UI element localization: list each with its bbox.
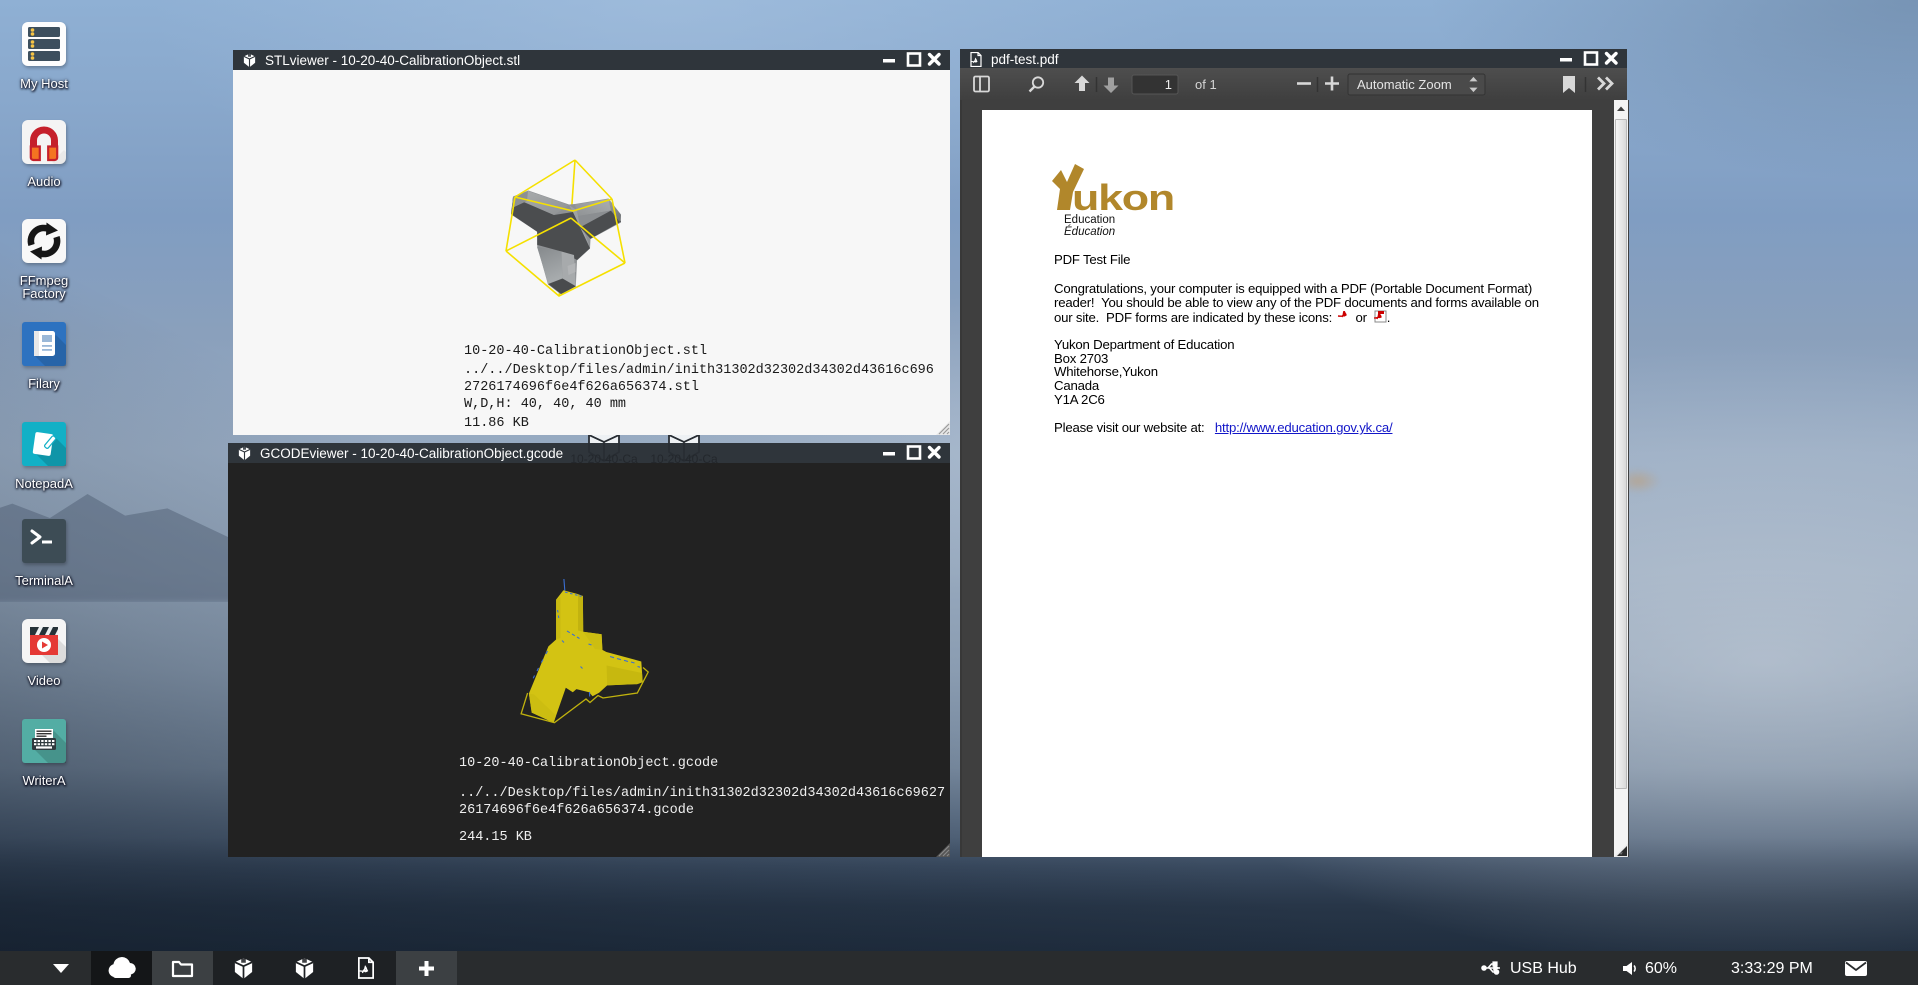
svg-text:10-20-40-CalibrationObject.stl: 10-20-40-CalibrationObject.stl — [464, 344, 707, 359]
svg-text:26174696f6e4f626a656374.gcode: 26174696f6e4f626a656374.gcode — [459, 803, 694, 818]
svg-text:2726174696f6e4f626a656374.stl: 2726174696f6e4f626a656374.stl — [464, 380, 699, 395]
svg-text:../../Desktop/files/admin/init: ../../Desktop/files/admin/inith31302d323… — [464, 363, 934, 378]
svg-text:1: 1 — [1165, 77, 1172, 92]
svg-text:of 1: of 1 — [1195, 77, 1217, 92]
svg-text:W,D,H: 40, 40, 40 mm: W,D,H: 40, 40, 40 mm — [464, 397, 626, 412]
svg-text:11.86 KB: 11.86 KB — [464, 416, 529, 431]
svg-text:10-20-40-CalibrationObject.gco: 10-20-40-CalibrationObject.gcode — [459, 756, 718, 771]
svg-text:../../Desktop/files/admin/init: ../../Desktop/files/admin/inith31302d323… — [459, 786, 945, 801]
svg-text:Automatic Zoom: Automatic Zoom — [1357, 77, 1452, 92]
svg-text:244.15 KB: 244.15 KB — [459, 830, 532, 845]
svg-text:ukon: ukon — [1072, 177, 1174, 215]
